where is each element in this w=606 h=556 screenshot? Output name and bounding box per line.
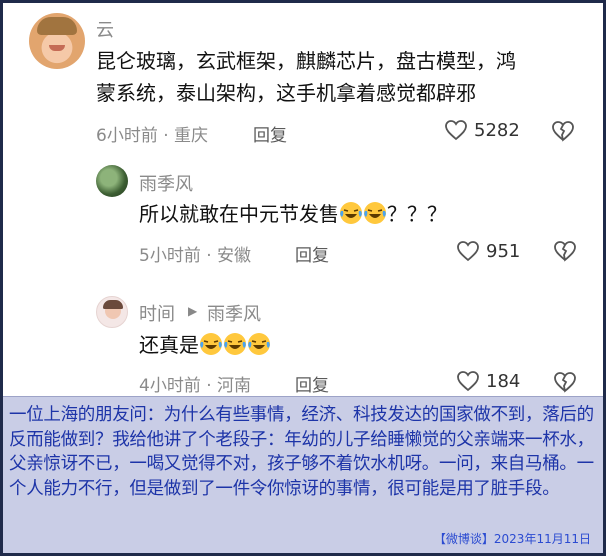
laughing-crying-emoji <box>200 333 222 355</box>
like-count: 184 <box>486 370 521 392</box>
reply-arrow-icon: ▶ <box>188 304 198 318</box>
reply-button[interactable]: 回复 <box>295 241 329 266</box>
avatar[interactable] <box>96 165 128 197</box>
heart-outline-icon <box>457 371 479 392</box>
comment-time-location: 5小时前 · 安徽 <box>139 246 252 266</box>
comment-text: 所以就敢在中元节发售？？？ <box>139 202 447 226</box>
like-button[interactable]: 184 <box>456 370 520 392</box>
laughing-crying-emoji <box>224 333 246 355</box>
footer-source-date: 【微博谈】2023年11月11日 <box>433 532 591 546</box>
comment-text-line: 蒙系统，泰山架构，这手机拿着感觉都辟邪 <box>96 81 476 105</box>
broken-heart-icon[interactable] <box>553 240 577 262</box>
broken-heart-icon[interactable] <box>551 120 575 142</box>
avatar[interactable] <box>29 13 85 69</box>
laughing-crying-emoji <box>340 202 362 224</box>
like-count: 951 <box>486 240 521 262</box>
laughing-crying-emoji <box>248 333 270 355</box>
caption-text: 一位上海的朋友问：为什么有些事情，经济、科技发达的国家做不到，落后的反而能做到？… <box>9 405 594 499</box>
comment-text: 昆仑玻璃，玄武框架，麒麟芯片，盘古模型，鸿 蒙系统，泰山架构，这手机拿着感觉都辟… <box>96 45 516 109</box>
laughing-crying-emoji <box>364 202 386 224</box>
like-button[interactable]: 951 <box>456 240 520 262</box>
comment-thread: 云 昆仑玻璃，玄武框架，麒麟芯片，盘古模型，鸿 蒙系统，泰山架构，这手机拿着感觉… <box>3 3 603 396</box>
reply-button[interactable]: 回复 <box>295 371 329 396</box>
like-count: 5282 <box>474 119 520 141</box>
heart-outline-icon <box>457 241 479 262</box>
avatar[interactable] <box>96 296 128 328</box>
heart-outline-icon <box>445 120 467 141</box>
comment-username[interactable]: 雨季风 <box>139 170 193 196</box>
comment-time-location: 4小时前 · 河南 <box>139 376 252 396</box>
comment-text-line: 昆仑玻璃，玄武框架，麒麟芯片，盘古模型，鸿 <box>96 49 516 73</box>
comment-time-location: 6小时前 · 重庆 <box>96 126 209 146</box>
comment-text: 还真是 <box>139 329 271 361</box>
caption-panel: 一位上海的朋友问：为什么有些事情，经济、科技发达的国家做不到，落后的反而能做到？… <box>3 396 603 553</box>
reply-to-username[interactable]: 雨季风 <box>207 300 261 326</box>
reply-button[interactable]: 回复 <box>253 121 287 146</box>
comment-username[interactable]: 时间 <box>139 300 175 326</box>
comment-username[interactable]: 云 <box>96 16 114 42</box>
like-button[interactable]: 5282 <box>444 119 520 141</box>
broken-heart-icon[interactable] <box>553 371 577 393</box>
